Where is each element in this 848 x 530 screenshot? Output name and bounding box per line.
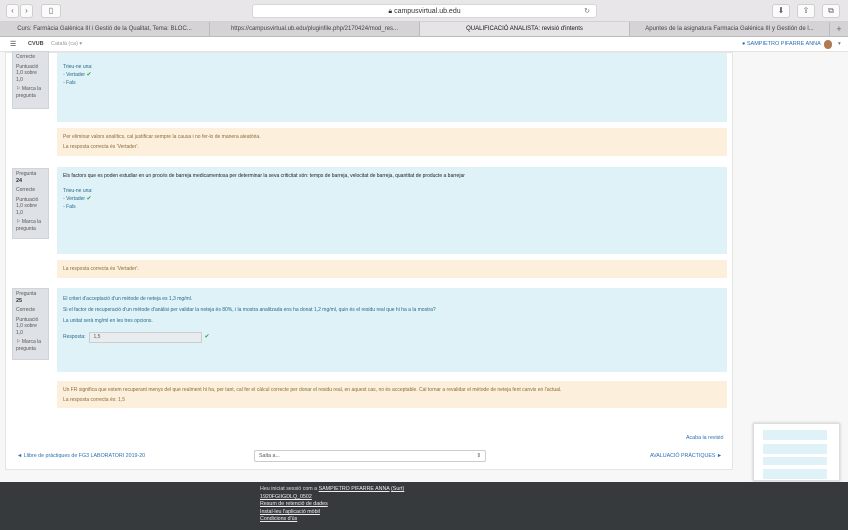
question-number: 25 bbox=[16, 297, 23, 304]
url-text: campusvirtual.ub.edu bbox=[394, 8, 461, 15]
sidebar-toggle-icon[interactable]: ▯ bbox=[41, 4, 61, 18]
jump-to-select[interactable]: Salta a... ⇕ bbox=[254, 450, 486, 462]
question-content-23: Trieu-ne una: ◦ Vertader ✔ ◦ Fals bbox=[57, 53, 727, 122]
question-content-24: Els factors que es poden estudiar en un … bbox=[57, 167, 727, 254]
answer-label: Resposta: bbox=[63, 334, 86, 340]
right-answer: La resposta correcta és 'Vertader'. bbox=[63, 266, 139, 272]
flag-question[interactable]: ⚐ Marca la pregunta bbox=[16, 86, 45, 99]
option-label: Fals bbox=[66, 204, 76, 210]
state: Correcte bbox=[16, 187, 36, 193]
tab-curs[interactable]: Curs: Farmàcia Galènica III i Gestió de … bbox=[0, 22, 210, 36]
prompt: Trieu-ne una: bbox=[63, 64, 93, 70]
check-icon: ✔ bbox=[86, 72, 92, 78]
new-tab-button[interactable]: + bbox=[830, 22, 848, 36]
language-label: Català (ca) bbox=[51, 41, 78, 47]
flag-label: Marca la pregunta bbox=[16, 86, 42, 99]
previous-activity-link[interactable]: ◄ Llibre de pràctiques de FG3 LABORATORI… bbox=[17, 453, 145, 459]
downloads-icon[interactable]: ⬇ bbox=[772, 4, 790, 18]
tab-bar: Curs: Farmàcia Galènica III i Gestió de … bbox=[0, 22, 848, 37]
option-vertader[interactable]: ◦ Vertader ✔ bbox=[63, 195, 721, 203]
question-text: Els factors que es poden estudiar en un … bbox=[63, 173, 465, 179]
logout-link[interactable]: (Surt) bbox=[391, 486, 404, 492]
terms-link[interactable]: Condicions d'ús bbox=[260, 516, 848, 524]
jump-placeholder: Salta a... bbox=[259, 453, 280, 459]
right-answer: La resposta correcta és: 1,5 bbox=[63, 397, 125, 403]
option-label: Vertader bbox=[66, 196, 86, 202]
select-arrows-icon: ⇕ bbox=[476, 453, 481, 459]
feedback-23: Per eliminar valors analítics, cal justi… bbox=[57, 128, 727, 156]
state: Correcte bbox=[16, 307, 36, 313]
tab-pluginfile[interactable]: https://campusvirtual.ub.edu/pluginfile.… bbox=[210, 22, 420, 36]
brand[interactable]: CVUB bbox=[28, 37, 44, 52]
flag-question[interactable]: ⚐ Marca la pregunta bbox=[16, 339, 45, 352]
score: Puntuació 1,0 sobre 1,0 bbox=[16, 63, 39, 83]
tab-qualificacio[interactable]: QUALIFICACIÓ ANALISTA: revisió d'intents bbox=[420, 22, 630, 36]
course-link[interactable]: 1920FGIIGDLQ_0502 bbox=[260, 494, 848, 502]
answer-input[interactable]: 1,5 bbox=[88, 332, 202, 343]
finish-review-link[interactable]: Acaba la revisió bbox=[686, 435, 723, 441]
browser-toolbar: ‹ › ▯ 🔒︎ campusvirtual.ub.edu ↻ ⬇ ⇪ ⧉ bbox=[0, 0, 848, 22]
tab-apuntes[interactable]: Apuntes de la asignatura Farmacia Galéni… bbox=[630, 22, 830, 36]
avatar[interactable] bbox=[824, 40, 832, 49]
question-info-24: Pregunta 24 Correcte Puntuació 1,0 sobre… bbox=[12, 168, 49, 239]
share-icon[interactable]: ⇪ bbox=[797, 4, 815, 18]
profile-link[interactable]: SAMPIETRO PIFARRE ANNA bbox=[319, 486, 390, 492]
user-name: SAMPIETRO PIFARRE ANNA bbox=[746, 41, 821, 47]
general-feedback: Per eliminar valors analítics, cal justi… bbox=[63, 134, 261, 140]
option-label: Fals bbox=[66, 80, 76, 86]
feedback-24: La resposta correcta és 'Vertader'. bbox=[57, 260, 727, 278]
chevron-down-icon[interactable]: ▾ bbox=[838, 37, 841, 52]
general-feedback: Un FR significa que estem recuperant men… bbox=[63, 387, 562, 393]
answer-row: Resposta: 1,5 ✔ bbox=[63, 332, 721, 343]
login-info: Heu iniciat sessió com a SAMPIETRO PIFAR… bbox=[260, 486, 848, 494]
next-activity-link[interactable]: AVALUACIÓ PRÀCTIQUES ► bbox=[650, 453, 722, 459]
question-line: El criteri d'acceptació d'un mètode de n… bbox=[63, 296, 193, 302]
question-info-23: Correcte Puntuació 1,0 sobre 1,0 ⚐ Marca… bbox=[12, 51, 49, 109]
user-menu[interactable]: ● SAMPIETRO PIFARRE ANNA bbox=[742, 37, 821, 52]
score: Puntuació 1,0 sobre 1,0 bbox=[16, 196, 39, 216]
question-info-25: Pregunta 25 Correcte Puntuació 1,0 sobre… bbox=[12, 288, 49, 360]
option-label: Vertader bbox=[66, 72, 86, 78]
option-fals[interactable]: ◦ Fals bbox=[63, 79, 721, 87]
check-icon: ✔ bbox=[204, 334, 210, 340]
right-answer: La resposta correcta és 'Vertader'. bbox=[63, 144, 139, 150]
page-thumbnail[interactable] bbox=[753, 423, 840, 481]
state: Correcte bbox=[16, 54, 36, 60]
mobile-app-link[interactable]: Instal·leu l'aplicació mòbil bbox=[260, 509, 848, 517]
option-vertader[interactable]: ◦ Vertader ✔ bbox=[63, 71, 721, 79]
check-icon: ✔ bbox=[86, 196, 92, 202]
menu-icon[interactable]: ☰ bbox=[10, 37, 16, 52]
question-number: 24 bbox=[16, 177, 23, 184]
question-line: La unitat serà mg/ml en les tres opcions… bbox=[63, 318, 153, 324]
address-bar[interactable]: 🔒︎ campusvirtual.ub.edu ↻ bbox=[252, 4, 597, 18]
back-button[interactable]: ‹ bbox=[6, 4, 19, 18]
flag-label: Marca la pregunta bbox=[16, 339, 42, 352]
moodle-navbar: ☰ CVUB Català (ca) ▾ ● SAMPIETRO PIFARRE… bbox=[0, 37, 848, 52]
score: Puntuació 1,0 sobre 1,0 bbox=[16, 316, 39, 336]
feedback-25: Un FR significa que estem recuperant men… bbox=[57, 381, 727, 408]
page-footer: Heu iniciat sessió com a SAMPIETRO PIFAR… bbox=[0, 482, 848, 530]
question-line: Si el factor de recuperació d'un mètode … bbox=[63, 307, 436, 313]
option-fals[interactable]: ◦ Fals bbox=[63, 203, 721, 211]
tabs-overview-icon[interactable]: ⧉ bbox=[822, 4, 840, 18]
main-card: Correcte Puntuació 1,0 sobre 1,0 ⚐ Marca… bbox=[5, 51, 733, 470]
forward-button[interactable]: › bbox=[20, 4, 33, 18]
login-prefix: Heu iniciat sessió com a bbox=[260, 486, 318, 492]
reload-icon[interactable]: ↻ bbox=[584, 5, 590, 18]
data-retention-link[interactable]: Resum de retenció de dades bbox=[260, 501, 848, 509]
flag-question[interactable]: ⚐ Marca la pregunta bbox=[16, 219, 45, 232]
flag-label: Marca la pregunta bbox=[16, 219, 42, 232]
prompt: Trieu-ne una: bbox=[63, 188, 93, 194]
question-content-25: El criteri d'acceptació d'un mètode de n… bbox=[57, 288, 727, 372]
language-menu[interactable]: Català (ca) ▾ bbox=[51, 37, 82, 52]
